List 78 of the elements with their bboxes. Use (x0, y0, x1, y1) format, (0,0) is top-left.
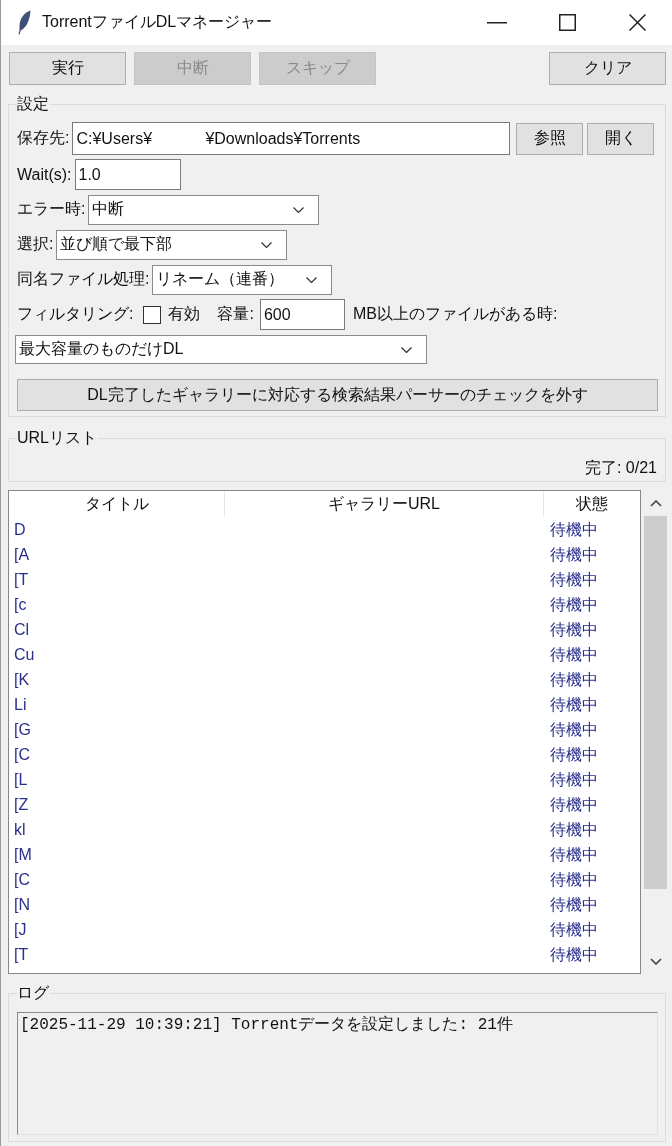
status-cell: 待機中 (550, 946, 598, 963)
status-cell: 待機中 (550, 571, 598, 588)
filter-action-dropdown[interactable]: 最大容量のものだけDL (15, 335, 427, 364)
status-cell: 待機中 (550, 921, 598, 938)
title-cell: kl (14, 821, 26, 838)
field-label: Wait(s): (17, 165, 72, 184)
status-cell: 待機中 (550, 621, 598, 638)
clear-button[interactable]: クリア (549, 52, 666, 85)
title-cell: Li (14, 696, 27, 713)
status-cell: 待機中 (550, 596, 598, 613)
status-cell: 待機中 (550, 871, 598, 888)
error-dropdown[interactable]: 中断 (88, 194, 320, 225)
size-field[interactable]: 600 (259, 299, 345, 330)
field-label: フィルタリング: (17, 304, 134, 324)
column-header[interactable]: タイトル (9, 491, 225, 517)
status-cell: 待機中 (550, 671, 598, 688)
title-cell: [L (14, 771, 28, 788)
browse-button[interactable]: 参照 (516, 122, 583, 155)
section-title: ログ (17, 984, 50, 1002)
progress-text: 完了: 0/21 (584, 458, 657, 478)
minimize-icon (487, 21, 507, 24)
field-label: 保存先: (17, 128, 70, 148)
status-cell: 待機中 (550, 646, 598, 663)
enable-checkbox[interactable] (143, 305, 162, 324)
status-cell: 待機中 (550, 546, 598, 563)
wait-field[interactable]: 1.0 (74, 159, 181, 190)
title-cell: [c (14, 596, 27, 613)
status-cell: 待機中 (550, 521, 598, 538)
title-cell: Cl (14, 621, 30, 638)
column-header[interactable]: ギャラリーURL (225, 491, 544, 517)
column-header[interactable]: 状態 (544, 491, 640, 517)
field-label: 選択: (17, 234, 54, 254)
scrollbar-thumb[interactable] (644, 516, 667, 889)
status-cell: 待機中 (550, 821, 598, 838)
chevron-up-icon[interactable] (649, 499, 662, 507)
status-cell: 待機中 (550, 696, 598, 713)
title-cell: [K (14, 671, 30, 688)
status-cell: 待機中 (550, 771, 598, 788)
run-button[interactable]: 実行 (9, 52, 126, 85)
duplicate-dropdown[interactable]: リネーム（連番） (152, 264, 333, 295)
title-cell: [M (14, 846, 32, 863)
status-cell: 待機中 (550, 721, 598, 738)
chevron-down-icon[interactable] (649, 957, 662, 965)
window-title: TorrentファイルDLマネージャー (42, 12, 273, 32)
title-cell: Cu (14, 646, 35, 663)
field-label: 容量: (217, 304, 254, 324)
checkbox-label: 有効 (168, 304, 201, 324)
status-cell: 待機中 (550, 846, 598, 863)
field-label: エラー時: (17, 199, 86, 219)
chevron-down-icon (401, 346, 412, 353)
log-line: [2025-11-29 10:39:21] Torrentデータを設定しました: 21件 (20, 1016, 513, 1034)
field-label: MB以上のファイルがある時: (352, 304, 558, 324)
status-cell: 待機中 (550, 796, 598, 813)
section-title: URLリスト (17, 429, 98, 447)
title-cell: [Z (14, 796, 29, 813)
title-cell: [A (14, 546, 30, 563)
title-cell: [C (14, 746, 30, 763)
uncheck-button[interactable]: DL完了したギャラリーに対応する検索結果パーサーのチェックを外す (17, 379, 658, 411)
feather-icon (18, 10, 31, 35)
chevron-down-icon (306, 276, 318, 283)
open-button[interactable]: 開く (587, 122, 654, 155)
title-cell: [J (14, 921, 27, 938)
status-cell: 待機中 (550, 896, 598, 913)
selection-dropdown[interactable]: 並び順で最下部 (56, 229, 288, 260)
close-icon (628, 14, 646, 31)
title-cell: [C (14, 871, 30, 888)
chevron-down-icon (261, 241, 273, 248)
chevron-down-icon (293, 206, 305, 213)
title-cell: [T (14, 946, 29, 963)
section-title: 設定 (17, 95, 50, 113)
title-cell: D (14, 521, 26, 538)
title-cell: [G (14, 721, 31, 738)
status-cell: 待機中 (550, 746, 598, 763)
title-cell: [N (14, 896, 30, 913)
path-field[interactable]: C:¥Users¥ ¥Downloads¥Torrents (72, 122, 510, 155)
field-label: 同名ファイル処理: (17, 269, 150, 289)
maximize-icon (558, 14, 576, 31)
title-cell: [T (14, 571, 29, 588)
